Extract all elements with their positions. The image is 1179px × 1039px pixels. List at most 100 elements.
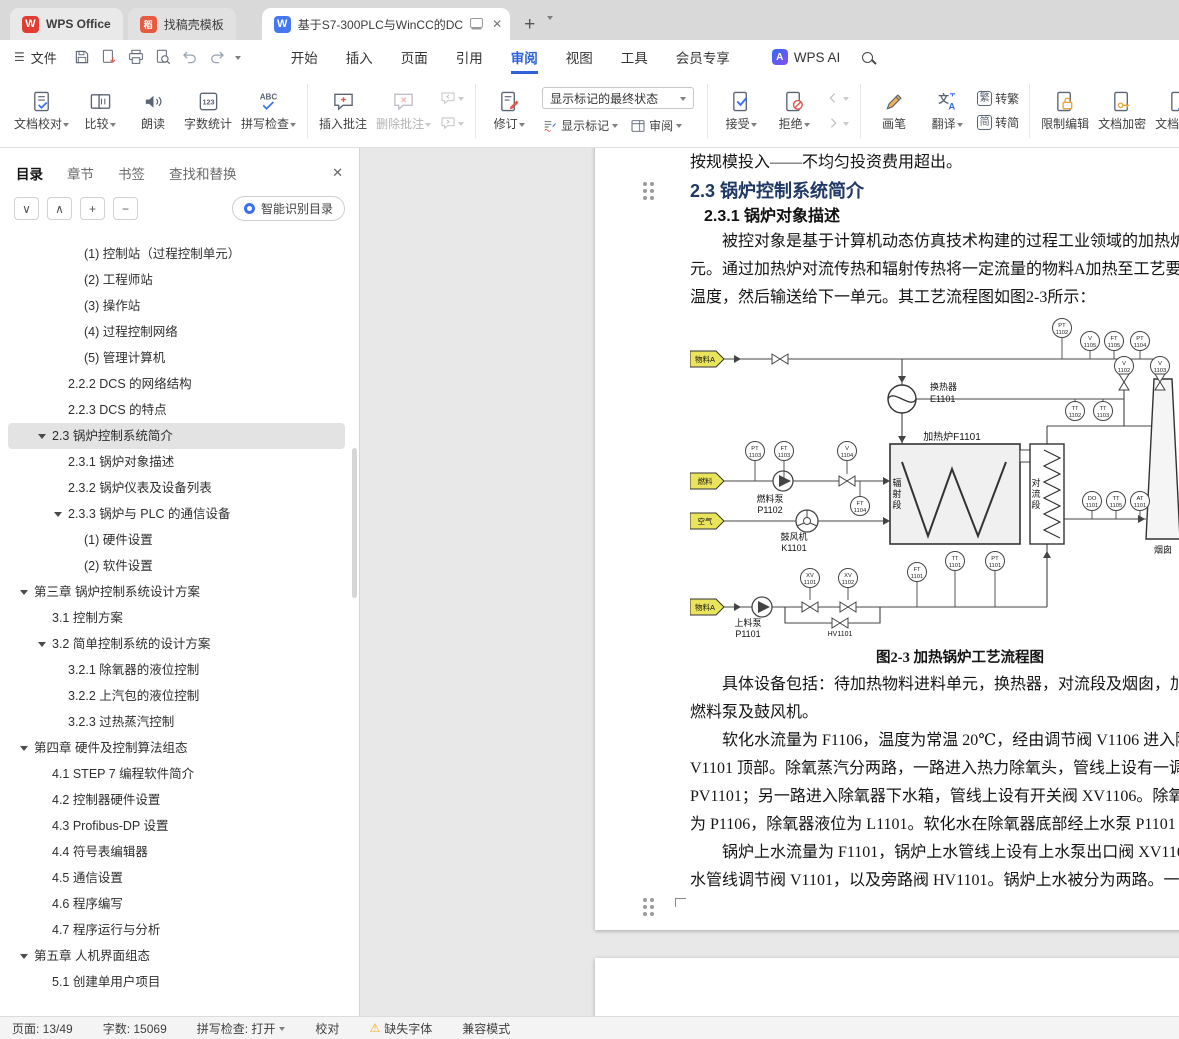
reject-change-button[interactable]: 拒绝	[769, 86, 819, 135]
menu-开始[interactable]: 开始	[277, 40, 332, 74]
page-indicator[interactable]: 页面: 13/49	[12, 1020, 73, 1037]
new-tab-button[interactable]: +	[524, 15, 535, 34]
toc-item[interactable]: 3.2 简单控制系统的设计方案	[8, 631, 345, 657]
toc-item[interactable]: 第三章 锅炉控制系统设计方案	[8, 579, 345, 605]
restrict-editing-button[interactable]: 限制编辑	[1038, 86, 1092, 135]
toc-item[interactable]: 3.2.2 上汽包的液位控制	[8, 683, 345, 709]
toc-item[interactable]: 4.1 STEP 7 编程软件简介	[8, 761, 345, 787]
previous-comment-button[interactable]	[440, 90, 465, 106]
menu-引用[interactable]: 引用	[442, 40, 497, 74]
toc-item[interactable]: (1) 硬件设置	[8, 527, 345, 553]
expand-caret-icon[interactable]	[20, 954, 28, 963]
tab-list-dropdown-icon[interactable]	[547, 10, 554, 28]
toc-item[interactable]: 3.2.3 过热蒸汽控制	[8, 709, 345, 735]
toc-item[interactable]: 3.1 控制方案	[8, 605, 345, 631]
demote-button[interactable]: −	[113, 197, 138, 220]
collapse-all-button[interactable]: ∨	[14, 197, 39, 220]
accept-change-button[interactable]: 接受	[716, 86, 766, 135]
toc-item[interactable]: 5.1 创建单用户项目	[8, 969, 345, 995]
toc-item[interactable]: 第四章 硬件及控制算法组态	[8, 735, 345, 761]
export-pdf-icon[interactable]	[100, 48, 118, 66]
wps-home-tab[interactable]: W WPS Office	[10, 8, 123, 40]
toc-item[interactable]: 2.3.2 锅炉仪表及设备列表	[8, 475, 345, 501]
insert-comment-button[interactable]: 插入批注	[316, 86, 370, 135]
markup-state-combobox[interactable]: 显示标记的最终状态	[542, 87, 695, 109]
sidebar-tab-查找和替换[interactable]: 查找和替换	[169, 163, 237, 183]
word-count-button[interactable]: 123 字数统计	[181, 86, 235, 135]
smart-toc-button[interactable]: 智能识别目录	[231, 196, 345, 221]
menu-页面[interactable]: 页面	[387, 40, 442, 74]
document-canvas[interactable]: 按规模投入——不均匀投资费用超出。 2.3 锅炉控制系统简介 2.3.1 锅炉对…	[360, 148, 1179, 1016]
missing-font-warning[interactable]: ⚠ 缺失字体	[369, 1020, 432, 1037]
sidebar-tab-章节[interactable]: 章节	[67, 163, 94, 183]
expand-all-button[interactable]: ∧	[47, 197, 72, 220]
print-preview-icon[interactable]	[154, 48, 172, 66]
document-tab[interactable]: W 基于S7-300PLC与WinCC的DC ✕	[261, 8, 511, 40]
doc-proofing-button[interactable]: 文档校对	[11, 86, 72, 135]
expand-caret-icon[interactable]	[20, 746, 28, 755]
show-markup-button[interactable]: 显示标记	[542, 117, 619, 134]
sidebar-scrollbar[interactable]	[352, 448, 357, 598]
to-simplified-button[interactable]: 简转简	[977, 114, 1019, 131]
toc-item[interactable]: 2.3.3 锅炉与 PLC 的通信设备	[8, 501, 345, 527]
menu-工具[interactable]: 工具	[607, 40, 662, 74]
review-pane-button[interactable]: 审阅	[630, 117, 683, 134]
search-button[interactable]	[862, 51, 874, 63]
promote-button[interactable]: +	[80, 197, 105, 220]
paragraph-drag-handle[interactable]	[643, 898, 647, 902]
wps-ai-button[interactable]: A WPS AI	[771, 49, 840, 65]
pinned-template-tab[interactable]: 稻 找稿壳模板	[127, 8, 236, 40]
expand-caret-icon[interactable]	[38, 642, 46, 651]
menu-插入[interactable]: 插入	[332, 40, 387, 74]
compare-button[interactable]: 比较	[75, 86, 125, 135]
document-permission-button[interactable]: 文档权限	[1152, 86, 1179, 135]
delete-comment-button[interactable]: 删除批注	[373, 86, 434, 135]
toc-item[interactable]: 4.4 符号表编辑器	[8, 839, 345, 865]
proofing-button[interactable]: 校对	[315, 1020, 339, 1037]
toc-item[interactable]: 2.2.3 DCS 的特点	[8, 397, 345, 423]
toc-item[interactable]: 3.2.1 除氧器的液位控制	[8, 657, 345, 683]
word-count-indicator[interactable]: 字数: 15069	[103, 1020, 167, 1037]
next-change-button[interactable]	[825, 115, 850, 131]
save-icon[interactable]	[73, 48, 91, 66]
menu-审阅[interactable]: 审阅	[497, 40, 552, 74]
close-tab-icon[interactable]: ✕	[492, 17, 502, 31]
toc-item[interactable]: 4.6 程序编写	[8, 891, 345, 917]
toc-item[interactable]: (2) 软件设置	[8, 553, 345, 579]
redo-dropdown-icon[interactable]	[234, 55, 241, 63]
toc-item[interactable]: 第五章 人机界面组态	[8, 943, 345, 969]
menu-会员专享[interactable]: 会员专享	[662, 40, 744, 74]
toc-item[interactable]: (4) 过程控制网络	[8, 319, 345, 345]
previous-change-button[interactable]	[825, 90, 850, 106]
undo-icon[interactable]	[181, 48, 199, 66]
to-traditional-button[interactable]: 繁转繁	[977, 90, 1019, 107]
spell-check-button[interactable]: ABC 拼写检查	[238, 86, 299, 135]
toc-item[interactable]: 4.7 程序运行与分析	[8, 917, 345, 943]
toc-item[interactable]: 2.2.2 DCS 的网络结构	[8, 371, 345, 397]
sidebar-tab-目录[interactable]: 目录	[16, 163, 43, 183]
toc-item[interactable]: 4.2 控制器硬件设置	[8, 787, 345, 813]
ink-pen-button[interactable]: 画笔	[869, 86, 919, 135]
close-pane-icon[interactable]: ✕	[332, 165, 343, 181]
translate-button[interactable]: 文 A 翻译	[922, 86, 972, 135]
toc-item[interactable]: 2.3 锅炉控制系统简介	[8, 423, 345, 449]
encrypt-document-button[interactable]: 文档加密	[1095, 86, 1149, 135]
file-menu-button[interactable]: ☰ 文件	[14, 48, 57, 67]
sidebar-tab-书签[interactable]: 书签	[118, 163, 145, 183]
toc-item[interactable]: (2) 工程师站	[8, 267, 345, 293]
spellcheck-status[interactable]: 拼写检查: 打开	[197, 1020, 286, 1037]
print-icon[interactable]	[127, 48, 145, 66]
next-comment-button[interactable]	[440, 115, 465, 131]
toc-item[interactable]: 4.5 通信设置	[8, 865, 345, 891]
expand-caret-icon[interactable]	[20, 590, 28, 599]
toc-item[interactable]: (3) 操作站	[8, 293, 345, 319]
toc-item[interactable]: (1) 控制站（过程控制单元）	[8, 241, 345, 267]
toc-item[interactable]: 4.3 Profibus-DP 设置	[8, 813, 345, 839]
track-changes-button[interactable]: 修订	[484, 86, 534, 135]
menu-视图[interactable]: 视图	[552, 40, 607, 74]
toc-item[interactable]: 2.3.1 锅炉对象描述	[8, 449, 345, 475]
read-aloud-button[interactable]: 朗读	[128, 86, 178, 135]
expand-caret-icon[interactable]	[54, 512, 62, 521]
toc-item[interactable]: (5) 管理计算机	[8, 345, 345, 371]
paragraph-drag-handle[interactable]	[643, 182, 647, 186]
